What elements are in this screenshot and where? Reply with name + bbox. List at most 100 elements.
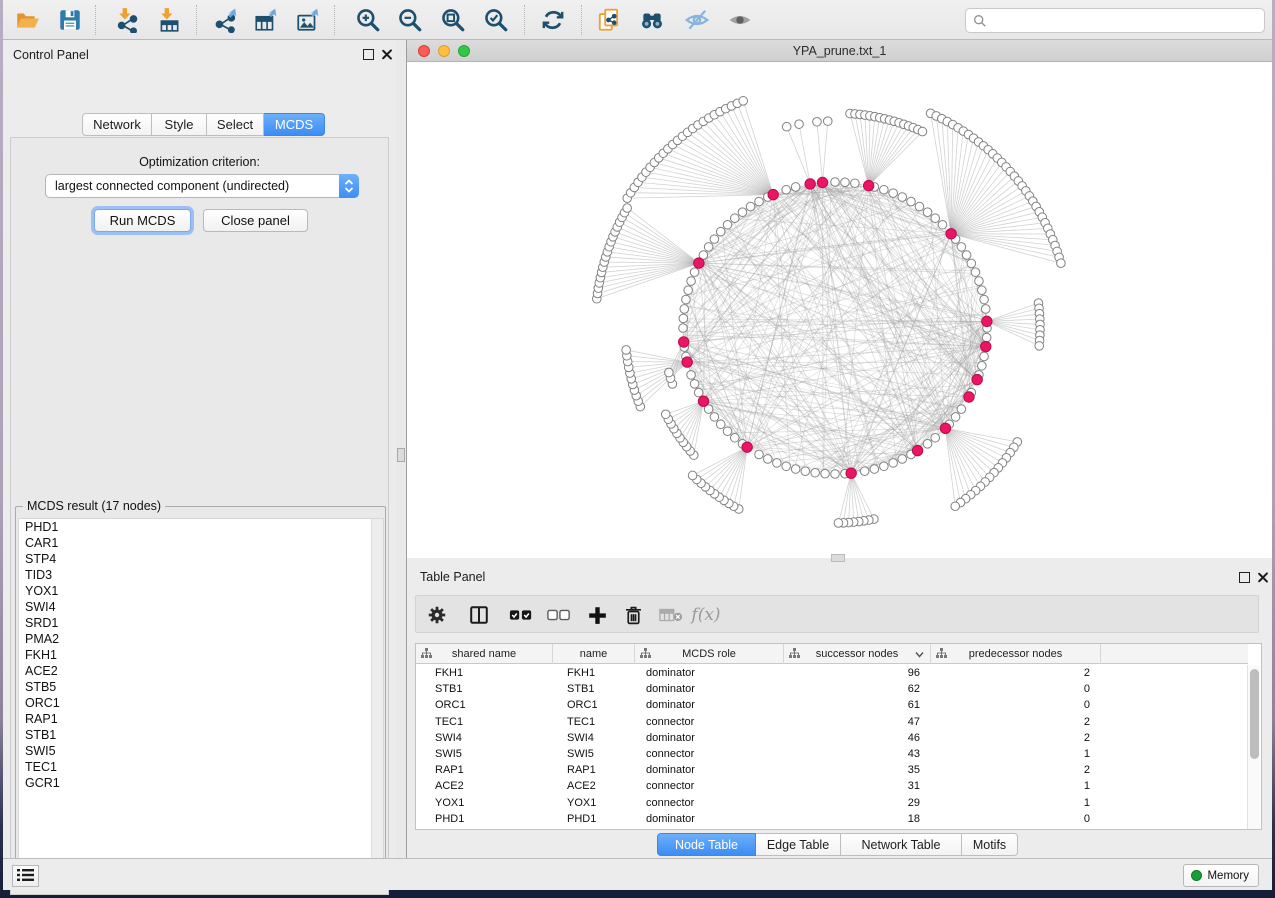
network-mcds-hub-node[interactable] xyxy=(742,442,752,452)
criterion-dropdown[interactable]: largest connected component (undirected) xyxy=(45,174,359,198)
tab-motifs[interactable]: Motifs xyxy=(962,833,1018,856)
table-row[interactable]: SWI5SWI5connector431 xyxy=(416,746,1248,762)
network-node[interactable] xyxy=(755,197,764,206)
mcds-result-item[interactable]: TID3 xyxy=(19,567,383,583)
table-row[interactable]: FKH1FKH1dominator962 xyxy=(416,665,1248,681)
column-header-shared-name[interactable]: shared name xyxy=(416,644,553,664)
network-mcds-hub-node[interactable] xyxy=(846,468,856,478)
network-mcds-hub-node[interactable] xyxy=(972,374,982,384)
export-image-button[interactable] xyxy=(291,4,325,36)
network-node[interactable] xyxy=(870,465,879,474)
network-node[interactable] xyxy=(687,371,696,380)
network-node[interactable] xyxy=(723,427,732,436)
network-node[interactable] xyxy=(898,193,907,202)
network-leaf-node[interactable] xyxy=(918,127,927,136)
network-mcds-hub-node[interactable] xyxy=(981,341,991,351)
network-node[interactable] xyxy=(687,277,696,286)
network-node[interactable] xyxy=(782,185,791,194)
delete-column-button[interactable] xyxy=(618,601,648,629)
mcds-result-item[interactable]: FKH1 xyxy=(19,647,383,663)
network-node[interactable] xyxy=(931,433,940,442)
mcds-result-item[interactable]: SWI4 xyxy=(19,599,383,615)
mcds-result-item[interactable]: STP4 xyxy=(19,551,383,567)
network-leaf-node[interactable] xyxy=(795,120,804,129)
tab-style[interactable]: Style xyxy=(152,113,207,136)
network-leaf-node[interactable] xyxy=(782,122,791,131)
zoom-selected-button[interactable] xyxy=(479,4,513,36)
network-node[interactable] xyxy=(957,405,966,414)
tab-node-table[interactable]: Node Table xyxy=(657,833,756,856)
table-row[interactable]: PHD1PHD1dominator180 xyxy=(416,811,1248,827)
mcds-list-scrollbar[interactable] xyxy=(371,519,383,875)
refresh-view-button[interactable] xyxy=(536,4,570,36)
network-node[interactable] xyxy=(975,277,984,286)
network-node[interactable] xyxy=(773,459,782,468)
network-node[interactable] xyxy=(716,420,725,429)
close-table-panel-icon[interactable] xyxy=(1257,571,1269,583)
network-mcds-hub-node[interactable] xyxy=(698,396,708,406)
float-table-panel-icon[interactable] xyxy=(1239,572,1250,583)
tab-mcds[interactable]: MCDS xyxy=(264,113,325,136)
network-node[interactable] xyxy=(690,380,699,389)
mcds-result-item[interactable]: PHD1 xyxy=(19,519,383,535)
network-canvas[interactable] xyxy=(407,62,1272,558)
import-network-button[interactable] xyxy=(110,4,144,36)
mcds-result-item[interactable]: STB1 xyxy=(19,727,383,743)
network-node[interactable] xyxy=(860,467,869,476)
network-node[interactable] xyxy=(982,333,991,342)
network-node[interactable] xyxy=(880,462,889,471)
delete-table-button[interactable] xyxy=(656,601,686,629)
select-all-rows-button[interactable] xyxy=(506,601,536,629)
mcds-result-item[interactable]: ORC1 xyxy=(19,695,383,711)
tab-select[interactable]: Select xyxy=(207,113,264,136)
network-mcds-hub-node[interactable] xyxy=(678,337,688,347)
close-panel-icon[interactable] xyxy=(381,48,393,60)
first-neighbors-button[interactable] xyxy=(635,4,669,36)
network-node[interactable] xyxy=(981,305,990,314)
table-row[interactable]: TEC1TEC1connector472 xyxy=(416,714,1248,730)
network-titlebar[interactable]: YPA_prune.txt_1 xyxy=(407,40,1272,62)
tab-network[interactable]: Network xyxy=(82,113,152,136)
network-node[interactable] xyxy=(723,220,732,229)
memory-button[interactable]: Memory xyxy=(1183,864,1259,887)
network-node[interactable] xyxy=(889,189,898,198)
network-node[interactable] xyxy=(923,208,932,217)
mcds-result-item[interactable]: YOX1 xyxy=(19,583,383,599)
network-mcds-hub-node[interactable] xyxy=(863,180,873,190)
table-row[interactable]: ORC1ORC1dominator610 xyxy=(416,697,1248,713)
network-node[interactable] xyxy=(801,467,810,476)
table-row[interactable]: RAP1RAP1dominator352 xyxy=(416,762,1248,778)
network-node[interactable] xyxy=(980,352,989,361)
network-node[interactable] xyxy=(938,220,947,229)
network-mcds-hub-node[interactable] xyxy=(964,392,974,402)
column-header-predecessor-nodes[interactable]: predecessor nodes xyxy=(931,644,1101,664)
function-builder-button[interactable]: f(x) xyxy=(686,601,726,629)
network-node[interactable] xyxy=(821,469,830,478)
network-leaf-node[interactable] xyxy=(665,368,674,377)
network-leaf-node[interactable] xyxy=(823,117,832,126)
column-chooser-button[interactable] xyxy=(464,601,494,629)
run-mcds-button[interactable]: Run MCDS xyxy=(94,209,191,232)
network-node[interactable] xyxy=(898,455,907,464)
table-settings-button[interactable] xyxy=(422,601,452,629)
column-header-mcds-role[interactable]: MCDS role xyxy=(635,644,784,664)
table-row[interactable]: STB1STB1dominator620 xyxy=(416,681,1248,697)
network-node[interactable] xyxy=(755,450,764,459)
network-node[interactable] xyxy=(710,235,719,244)
table-scrollbar[interactable] xyxy=(1247,665,1260,829)
network-node[interactable] xyxy=(962,251,971,260)
network-node[interactable] xyxy=(967,259,976,268)
float-window-icon[interactable] xyxy=(363,49,374,60)
network-node[interactable] xyxy=(694,388,703,397)
add-column-button[interactable] xyxy=(582,601,612,629)
zoom-in-button[interactable] xyxy=(351,4,385,36)
network-leaf-node[interactable] xyxy=(623,204,632,213)
column-header-successor-nodes[interactable]: successor nodes xyxy=(784,644,931,664)
network-node[interactable] xyxy=(971,268,980,277)
zoom-out-button[interactable] xyxy=(393,4,427,36)
network-mcds-hub-node[interactable] xyxy=(982,316,992,326)
mcds-result-list[interactable]: PHD1CAR1STP4TID3YOX1SWI4SRD1PMA2FKH1ACE2… xyxy=(18,518,384,876)
column-header-name[interactable]: name xyxy=(553,644,635,664)
clone-network-button[interactable] xyxy=(592,4,626,36)
close-panel-button[interactable]: Close panel xyxy=(203,209,308,232)
